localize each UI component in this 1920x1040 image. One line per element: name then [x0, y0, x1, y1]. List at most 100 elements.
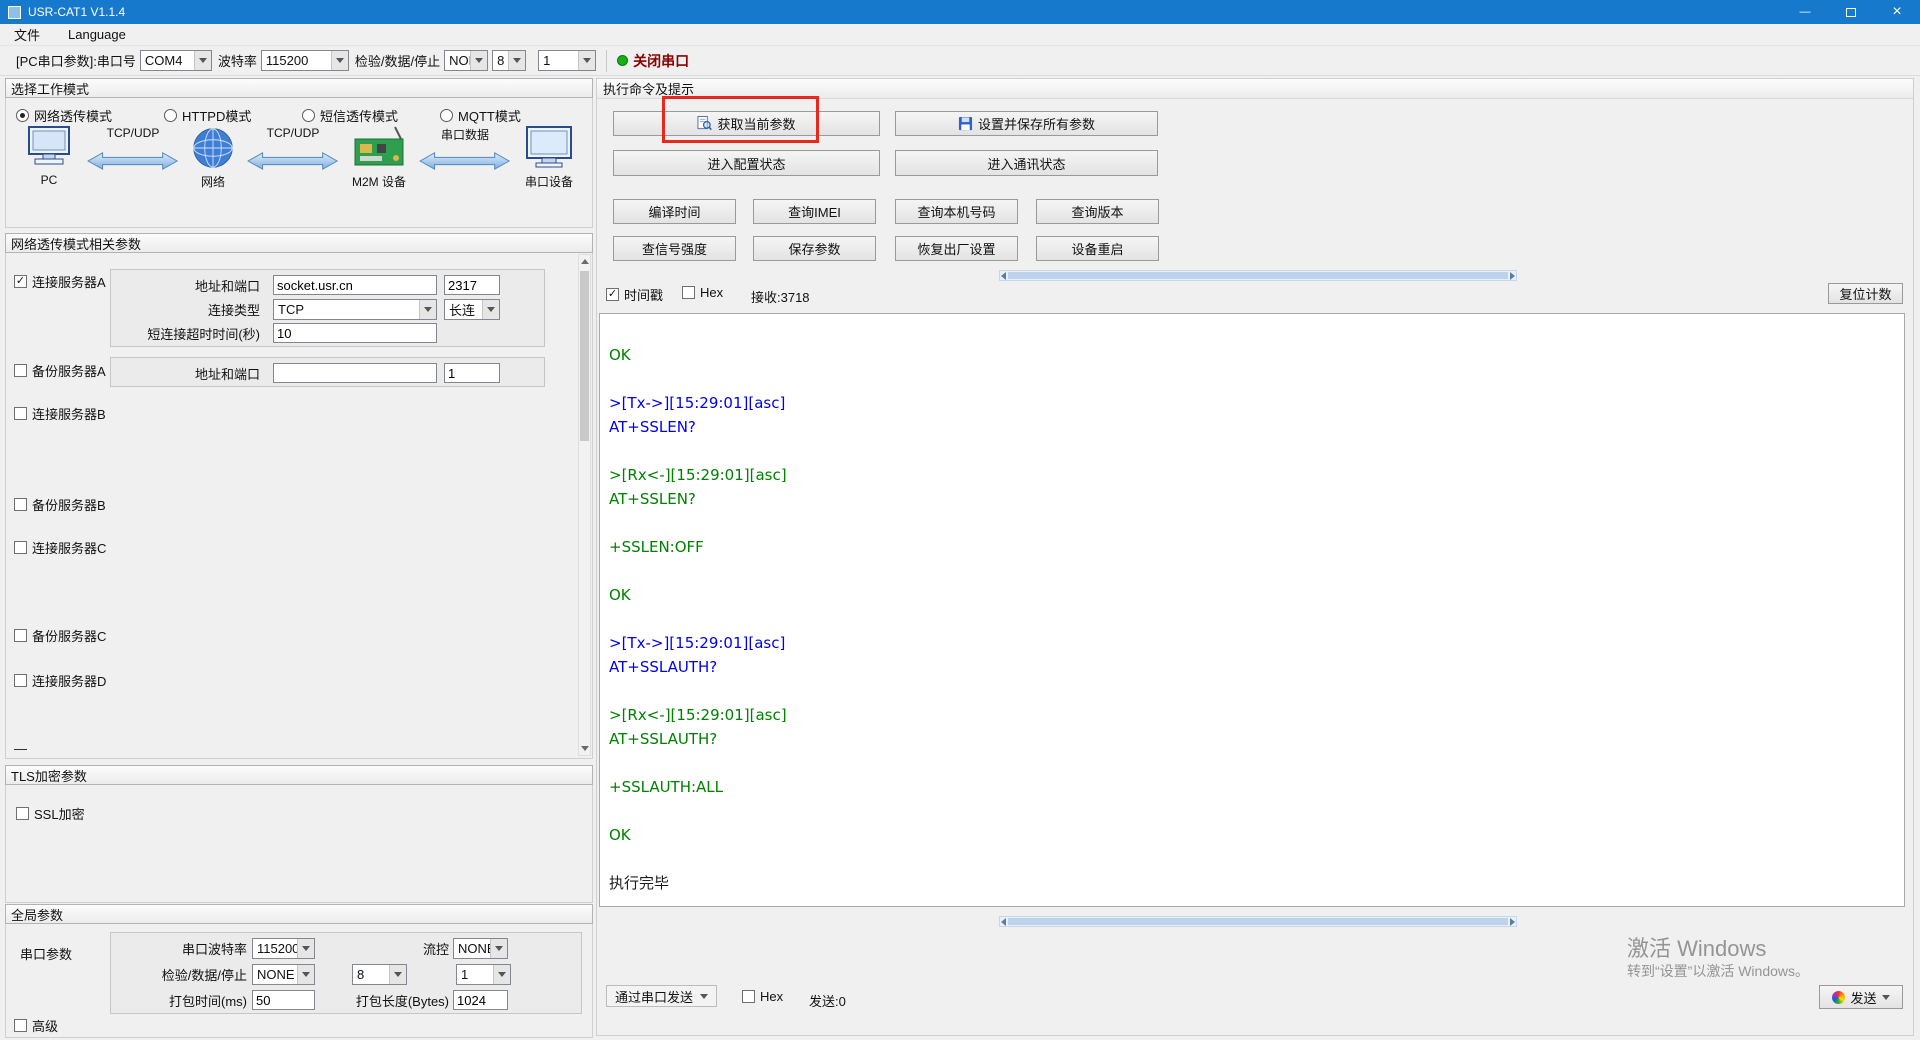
tls-group: TLS加密参数 SSL加密 — [5, 765, 593, 903]
query-version-button[interactable]: 查询版本 — [1036, 199, 1159, 224]
send-via-serial-dropdown[interactable]: 通过串口发送 — [606, 985, 717, 1007]
compile-time-button[interactable]: 编译时间 — [613, 199, 736, 224]
server-d-checkbox[interactable]: 连接服务器D — [14, 671, 106, 690]
net-params-scrollbar[interactable] — [578, 254, 591, 756]
checkbox-box — [14, 498, 27, 511]
enter-config-button[interactable]: 进入配置状态 — [613, 150, 880, 176]
global-databits-select[interactable]: 8 — [352, 964, 407, 985]
bottom-horizontal-scrollbar[interactable] — [999, 916, 1517, 927]
server-a-label: 连接服务器A — [32, 272, 106, 291]
pack-len-input[interactable] — [453, 990, 508, 1010]
factory-reset-button[interactable]: 恢复出厂设置 — [895, 236, 1018, 261]
backup-a-address-input[interactable] — [273, 363, 437, 383]
double-arrow-icon — [246, 151, 339, 171]
flow-select[interactable]: NONE — [453, 938, 508, 959]
backup-a-port-input[interactable] — [444, 363, 500, 383]
pack-time-input[interactable] — [252, 990, 315, 1010]
parity-select[interactable]: NONI — [444, 50, 488, 71]
left-panel: 选择工作模式 网络透传模式 HTTPD模式 短信透传模式 MQTT模式 — [5, 76, 593, 1040]
server-a-checkbox[interactable]: ✓ 连接服务器A — [14, 272, 106, 291]
databits-select[interactable]: 8 — [492, 50, 526, 71]
backup-c-checkbox[interactable]: 备份服务器C — [14, 626, 106, 645]
mode-httpd-radio[interactable]: HTTPD模式 — [164, 106, 251, 125]
scroll-up-icon[interactable] — [579, 255, 590, 268]
ssl-checkbox[interactable]: SSL加密 — [16, 804, 85, 823]
mode-net-transparent-radio[interactable]: 网络透传模式 — [16, 106, 112, 125]
server-a-address-input[interactable] — [273, 275, 437, 295]
mode-sms-radio[interactable]: 短信透传模式 — [302, 106, 398, 125]
timestamp-checkbox[interactable]: ✓ 时间戳 — [606, 285, 663, 304]
log-line: OK — [609, 823, 1895, 847]
scrollbar-thumb[interactable] — [1008, 272, 1508, 279]
global-parity-select[interactable]: NONE — [252, 964, 315, 985]
log-line — [609, 319, 1895, 343]
overflow-dash: — — [14, 741, 27, 756]
scroll-left-icon[interactable] — [1001, 918, 1006, 926]
server-a-keep-select[interactable]: 长连 — [444, 299, 500, 320]
advanced-checkbox[interactable]: 高级 — [14, 1016, 58, 1035]
stopbits-select[interactable]: 1 — [538, 50, 596, 71]
checkbox-box: ✓ — [14, 275, 27, 288]
address-port-label: 地址和端口 — [111, 364, 273, 383]
menu-language[interactable]: Language — [66, 24, 128, 46]
scroll-down-icon[interactable] — [579, 742, 590, 755]
global-stopbits-select[interactable]: 1 — [456, 964, 511, 985]
server-a-timeout-input[interactable] — [273, 323, 437, 343]
activate-windows-watermark-sub: 转到“设置”以激活 Windows。 — [1627, 961, 1809, 981]
input-method-color-icon — [1832, 991, 1845, 1004]
hex-send-checkbox[interactable]: Hex — [742, 989, 783, 1004]
get-params-button[interactable]: 获取当前参数 — [613, 111, 880, 136]
hex-recv-checkbox[interactable]: Hex — [682, 285, 723, 300]
chevron-down-icon — [470, 51, 487, 70]
top-horizontal-scrollbar[interactable] — [999, 270, 1517, 281]
server-b-checkbox[interactable]: 连接服务器B — [14, 404, 106, 423]
toolbar: [PC串口参数]:串口号 COM4 波特率 115200 检验/数据/停止 NO… — [0, 46, 1920, 76]
server-a-type-select[interactable]: TCP — [273, 299, 437, 320]
chevron-down-icon — [578, 51, 595, 70]
query-signal-button[interactable]: 查信号强度 — [613, 236, 736, 261]
work-mode-header: 选择工作模式 — [5, 78, 593, 98]
pc-icon — [23, 126, 75, 170]
flow-label: 流控 — [315, 939, 453, 958]
work-mode-title: 选择工作模式 — [11, 79, 89, 98]
pack-len-label: 打包长度(Bytes) — [315, 991, 453, 1010]
scroll-left-icon[interactable] — [1001, 272, 1006, 280]
global-baud-select[interactable]: 115200 — [252, 938, 315, 959]
server-a-type-value: TCP — [274, 300, 419, 319]
com-port-select[interactable]: COM4 — [140, 50, 212, 71]
scrollbar-thumb[interactable] — [580, 271, 589, 441]
query-imei-button[interactable]: 查询IMEI — [753, 199, 876, 224]
log-line: >[Rx<-][15:29:01][asc] — [609, 703, 1895, 727]
server-a-port-input[interactable] — [444, 275, 500, 295]
receive-log[interactable]: OK >[Tx->][15:29:01][asc]AT+SSLEN? >[Rx<… — [599, 313, 1905, 907]
global-baud-value: 115200 — [253, 939, 297, 958]
databits-value: 8 — [493, 51, 508, 70]
chevron-down-icon — [700, 994, 708, 999]
reset-count-button[interactable]: 复位计数 — [1828, 283, 1903, 304]
close-button[interactable]: × — [1874, 0, 1920, 24]
activate-windows-watermark: 激活 Windows — [1627, 931, 1766, 963]
maximize-button[interactable] — [1828, 0, 1874, 24]
scroll-right-icon[interactable] — [1510, 918, 1515, 926]
backup-a-checkbox[interactable]: 备份服务器A — [14, 361, 106, 380]
close-icon: × — [1892, 3, 1901, 21]
device-restart-button[interactable]: 设备重启 — [1036, 236, 1159, 261]
reset-count-label: 复位计数 — [1839, 284, 1891, 303]
server-c-checkbox[interactable]: 连接服务器C — [14, 538, 106, 557]
save-params-button[interactable]: 保存参数 — [753, 236, 876, 261]
send-button[interactable]: 发送 — [1819, 985, 1903, 1009]
close-serial-button[interactable]: 关闭串口 — [617, 51, 689, 71]
baud-select[interactable]: 115200 — [261, 50, 349, 71]
hex-send-label: Hex — [760, 989, 783, 1004]
scrollbar-thumb[interactable] — [1008, 918, 1508, 925]
scroll-right-icon[interactable] — [1510, 272, 1515, 280]
backup-b-checkbox[interactable]: 备份服务器B — [14, 495, 106, 514]
arrow3-label: 串口数据 — [441, 126, 489, 142]
minimize-button[interactable]: — — [1782, 0, 1828, 24]
enter-comm-button[interactable]: 进入通讯状态 — [895, 150, 1158, 176]
menu-file[interactable]: 文件 — [12, 24, 42, 46]
query-local-number-button[interactable]: 查询本机号码 — [895, 199, 1018, 224]
mode-mqtt-radio[interactable]: MQTT模式 — [440, 106, 521, 125]
close-serial-label: 关闭串口 — [633, 51, 689, 71]
set-save-params-button[interactable]: 设置并保存所有参数 — [895, 111, 1158, 136]
